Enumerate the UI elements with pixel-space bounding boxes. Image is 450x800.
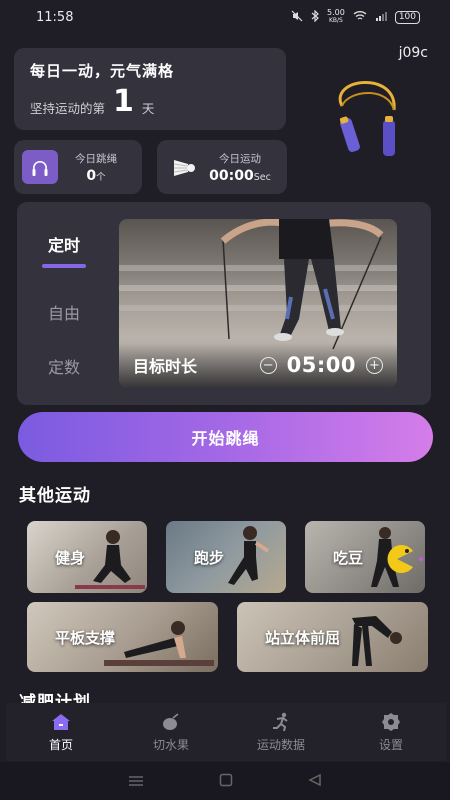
tab-timed[interactable]: 定时	[39, 232, 89, 292]
nav-settings-label: 设置	[378, 737, 403, 752]
mode-tabs: 定时 自由 定数	[39, 232, 89, 412]
today-exercise-card[interactable]: 今日运动 00:00Sec	[157, 140, 287, 194]
bluetooth-icon	[311, 9, 319, 25]
username[interactable]: j09c	[399, 45, 428, 61]
nav-home[interactable]: 首页	[11, 712, 111, 753]
streak-prefix: 坚持运动的第	[30, 101, 106, 116]
today-jumps-value: 0	[86, 167, 97, 184]
home-square-icon[interactable]	[219, 772, 233, 791]
today-jumps-unit: 个	[96, 171, 106, 183]
nav-sport-data-label: 运动数据	[256, 737, 305, 752]
nav-fruit-cut-label: 切水果	[152, 737, 189, 752]
today-exercise-unit: Sec	[253, 171, 271, 183]
other-sports-title: 其他运动	[19, 486, 91, 506]
today-exercise-label: 今日运动	[219, 152, 261, 165]
streak-suffix: 天	[141, 101, 155, 116]
jump-rope-photo: 目标时长 − 05:00 +	[119, 219, 397, 387]
bottom-nav: 首页 切水果 运动数据 设置	[6, 703, 446, 761]
daily-title: 每日一动，元气满格	[30, 62, 175, 80]
gear-icon	[381, 712, 401, 732]
sport-tile-label: 跑步	[194, 548, 225, 567]
sport-tile-pacman[interactable]: 吃豆	[305, 521, 425, 593]
decrease-duration-button[interactable]: −	[259, 356, 277, 374]
tab-free[interactable]: 自由	[39, 292, 89, 352]
network-speed: 5.00 KB/S	[327, 8, 345, 25]
nav-fruit-cut[interactable]: 切水果	[121, 712, 221, 753]
active-tab-indicator	[42, 264, 86, 268]
nav-settings[interactable]: 设置	[341, 712, 441, 753]
sport-tile-standing-forward-bend[interactable]: 站立体前屈	[237, 602, 428, 672]
system-navigation-bar	[0, 762, 450, 800]
menu-icon[interactable]	[128, 772, 144, 791]
sport-tile-running[interactable]: 跑步	[166, 521, 286, 593]
today-jumps-label: 今日跳绳	[75, 152, 117, 165]
running-icon	[271, 712, 291, 732]
sport-tile-plank[interactable]: 平板支撑	[27, 602, 218, 672]
sport-tile-label: 平板支撑	[55, 628, 116, 647]
today-exercise-value: 00:00	[209, 167, 254, 184]
status-bar: 11:58 5.00 KB/S 100	[0, 0, 450, 34]
today-jumps-card[interactable]: 今日跳绳 0个	[14, 140, 142, 194]
home-icon	[51, 712, 71, 732]
nav-sport-data[interactable]: 运动数据	[231, 712, 331, 753]
tab-count[interactable]: 定数	[39, 352, 89, 412]
nav-home-label: 首页	[48, 737, 73, 752]
daily-motivation-card: 每日一动，元气满格 坚持运动的第 1 天	[14, 48, 286, 130]
fruit-icon	[161, 712, 181, 732]
jump-rope-illustration	[328, 76, 408, 162]
duration-stepper: − 05:00 +	[259, 353, 383, 377]
jump-mode-card: 定时 自由 定数 目标时长 − 05:00 +	[17, 202, 431, 405]
signal-icon	[375, 11, 387, 24]
wifi-icon	[353, 10, 367, 24]
mute-icon	[291, 10, 303, 25]
duration-value: 05:00	[286, 353, 356, 377]
sport-tile-label: 健身	[55, 548, 86, 567]
start-jumping-button[interactable]: 开始跳绳	[18, 412, 433, 462]
increase-duration-button[interactable]: +	[366, 356, 383, 374]
sport-tile-fitness[interactable]: 健身	[27, 521, 147, 593]
status-icons: 5.00 KB/S 100	[291, 9, 420, 25]
sport-tile-label: 站立体前屈	[265, 628, 341, 647]
target-duration-bar: 目标时长 − 05:00 +	[119, 343, 397, 387]
streak-days: 1	[113, 84, 134, 119]
status-time: 11:58	[36, 9, 74, 25]
shuttlecock-icon	[165, 150, 201, 184]
target-duration-label: 目标时长	[133, 357, 198, 376]
jump-rope-icon	[22, 150, 58, 184]
battery-indicator: 100	[394, 10, 420, 24]
sport-tile-label: 吃豆	[333, 548, 364, 567]
back-triangle-icon[interactable]	[308, 772, 322, 791]
streak-row: 坚持运动的第 1 天	[30, 87, 270, 117]
